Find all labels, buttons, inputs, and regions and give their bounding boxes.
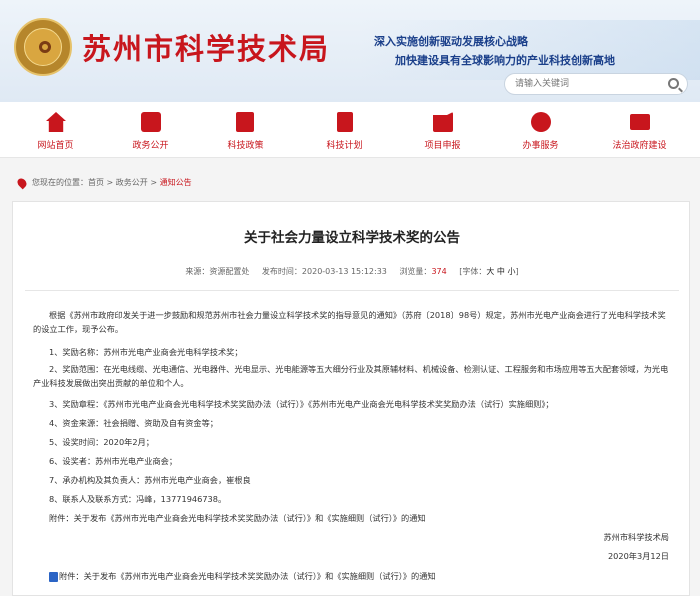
nav-item-project-application[interactable]: 项目申报 bbox=[395, 102, 490, 158]
monitor-icon bbox=[630, 114, 650, 130]
emblem-inner bbox=[24, 28, 62, 66]
nav-label: 项目申报 bbox=[424, 141, 461, 151]
header-decoration bbox=[360, 20, 700, 80]
views-label: 浏览量： bbox=[399, 267, 432, 276]
emblem-mark-icon bbox=[39, 41, 51, 53]
list-item: 4、资金来源：社会捐赠、资助及自有资金等； bbox=[49, 418, 218, 428]
nav-label: 科技政策 bbox=[227, 141, 264, 151]
signature: 苏州市科学技术局 bbox=[603, 532, 669, 542]
nav-label: 政务公开 bbox=[132, 141, 169, 151]
main-nav: 网站首页 政务公开 科技政策 科技计划 项目申报 办事服务 法治政府建设 bbox=[0, 102, 700, 158]
list-item: 2、奖励范围：在光电线缆、光电通信、光电器件、光电显示、光电能源等五大细分行业及… bbox=[33, 364, 669, 388]
article-panel: 关于社会力量设立科学技术奖的公告 来源：资源配置处 发布时间：2020-03-1… bbox=[12, 201, 690, 596]
font-size-label: [字体： bbox=[459, 267, 487, 276]
site-header: 苏州市科学技术局 深入实施创新驱动发展核心战略 加快建设具有全球影响力的产业科技… bbox=[0, 0, 700, 102]
nav-item-rule-of-law[interactable]: 法治政府建设 bbox=[592, 102, 687, 158]
slogan-line-1: 深入实施创新驱动发展核心战略 bbox=[374, 35, 528, 48]
government-emblem-logo[interactable] bbox=[14, 18, 72, 76]
breadcrumb-home[interactable]: 首页 bbox=[88, 178, 104, 187]
site-title[interactable]: 苏州市科学技术局 bbox=[82, 26, 330, 68]
file-icon bbox=[49, 571, 58, 582]
list-item: 7、承办机构及其负责人：苏州市光电产业商会，崔根良 bbox=[49, 475, 251, 485]
source-label: 来源： bbox=[185, 267, 210, 276]
font-size-close: ] bbox=[515, 267, 519, 276]
breadcrumb-separator: > bbox=[147, 178, 160, 187]
nav-item-policies[interactable]: 科技政策 bbox=[198, 102, 293, 158]
document-icon bbox=[236, 112, 254, 132]
attachment-link-text[interactable]: 附件：关于发布《苏州市光电产业商会光电科学技术奖奖励办法（试行）》和《实施细则（… bbox=[59, 571, 436, 581]
search-box bbox=[504, 73, 688, 95]
search-icon[interactable] bbox=[668, 78, 679, 89]
newspaper-icon bbox=[141, 112, 161, 132]
list-item: 5、设奖时间：2020年2月； bbox=[49, 437, 154, 447]
nav-item-services[interactable]: 办事服务 bbox=[493, 102, 588, 158]
search-input[interactable] bbox=[515, 77, 665, 91]
nav-item-home[interactable]: 网站首页 bbox=[8, 102, 103, 158]
list-item: 8、联系人及联系方式：冯峰，13771946738。 bbox=[49, 494, 227, 504]
attachment-link[interactable]: 附件：关于发布《苏州市光电产业商会光电科学技术奖奖励办法（试行）》和《实施细则（… bbox=[49, 569, 689, 583]
nav-label: 科技计划 bbox=[326, 141, 363, 151]
edit-icon bbox=[433, 112, 453, 132]
source-value: 资源配置处 bbox=[209, 267, 250, 276]
location-pin-icon bbox=[15, 176, 29, 189]
slogan-line-2: 加快建设具有全球影响力的产业科技创新高地 bbox=[395, 54, 615, 67]
meta-divider bbox=[25, 290, 679, 291]
font-size-options[interactable]: 大 中 小 bbox=[486, 267, 515, 276]
date-label: 发布时间： bbox=[261, 267, 302, 276]
nav-item-government-affairs[interactable]: 政务公开 bbox=[103, 102, 198, 158]
article-intro: 根据《苏州市政府印发关于进一步鼓励和规范苏州市社会力量设立科学技术奖的指导意见的… bbox=[33, 310, 666, 334]
breadcrumb: 您现在的位置：首页 > 政务公开 > 通知公告 bbox=[15, 176, 192, 189]
atom-icon bbox=[531, 112, 551, 132]
list-item: 6、设奖者：苏州市光电产业商会； bbox=[49, 456, 178, 466]
breadcrumb-government-affairs[interactable]: 政务公开 bbox=[116, 178, 148, 187]
list-item: 3、奖励章程：《苏州市光电产业商会光电科学技术奖奖励办法（试行）》《苏州市光电产… bbox=[49, 399, 554, 409]
views-count: 374 bbox=[431, 267, 447, 276]
article-meta: 来源：资源配置处 发布时间：2020-03-13 15:12:33 浏览量：37… bbox=[13, 266, 691, 277]
home-icon bbox=[46, 112, 66, 132]
nav-label: 网站首页 bbox=[37, 141, 74, 151]
date-value: 2020-03-13 15:12:33 bbox=[301, 267, 387, 276]
nav-label: 办事服务 bbox=[522, 141, 559, 151]
nav-item-programs[interactable]: 科技计划 bbox=[297, 102, 392, 158]
nav-label: 法治政府建设 bbox=[612, 141, 667, 151]
list-item: 1、奖励名称：苏州市光电产业商会光电科学技术奖； bbox=[49, 347, 243, 357]
article-title: 关于社会力量设立科学技术奖的公告 bbox=[244, 230, 460, 246]
breadcrumb-current[interactable]: 通知公告 bbox=[160, 178, 192, 187]
sign-date: 2020年3月12日 bbox=[607, 551, 669, 561]
breadcrumb-separator: > bbox=[104, 178, 116, 187]
breadcrumb-prefix: 您现在的位置： bbox=[32, 178, 88, 187]
clipboard-icon bbox=[337, 112, 353, 132]
attachment-note: 附件：关于发布《苏州市光电产业商会光电科学技术奖奖励办法（试行）》和《实施细则（… bbox=[49, 513, 426, 523]
